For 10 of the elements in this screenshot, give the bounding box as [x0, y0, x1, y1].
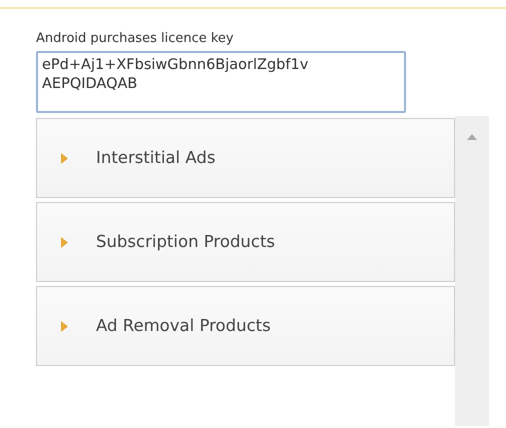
caret-icon — [61, 152, 68, 164]
accordion-header[interactable]: Interstitial Ads — [36, 118, 455, 198]
accordion-header[interactable]: Subscription Products — [36, 202, 455, 282]
caret-icon — [61, 320, 68, 332]
caret-icon — [61, 236, 68, 248]
field-label: Android purchases licence key — [36, 31, 234, 47]
scroll-up-icon[interactable] — [467, 134, 477, 140]
accordion-header[interactable]: Ad Removal Products — [36, 286, 455, 366]
licence-key-field[interactable]: ePd+Aj1+XFbsiwGbnn6BjaorlZgbf1v AEPQIDAQAB — [36, 51, 406, 113]
scrollbar[interactable] — [455, 116, 489, 426]
